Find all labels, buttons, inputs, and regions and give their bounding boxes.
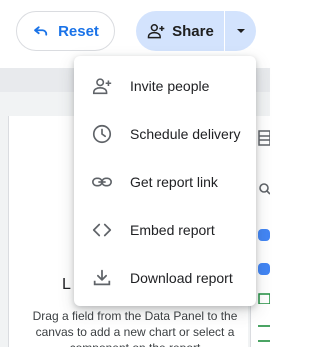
field-badge-icon[interactable] bbox=[258, 228, 270, 242]
table-icon[interactable] bbox=[258, 130, 270, 146]
share-menu: Invite people Schedule delivery Get repo… bbox=[74, 56, 256, 306]
menu-item-label: Get report link bbox=[130, 174, 218, 190]
share-button-group: Share bbox=[136, 11, 256, 51]
person-add-icon bbox=[90, 74, 114, 98]
canvas-hint-text: Drag a field from the Data Panel to the … bbox=[32, 309, 238, 347]
menu-item-embed-report[interactable]: Embed report bbox=[74, 206, 256, 254]
menu-item-download-report[interactable]: Download report bbox=[74, 254, 256, 302]
menu-item-invite-people[interactable]: Invite people bbox=[74, 62, 256, 110]
caret-down-icon bbox=[236, 29, 245, 33]
reset-button[interactable]: Reset bbox=[16, 11, 115, 51]
download-icon bbox=[90, 266, 114, 290]
code-icon bbox=[90, 218, 114, 242]
menu-item-schedule-delivery[interactable]: Schedule delivery bbox=[74, 110, 256, 158]
schedule-icon bbox=[90, 122, 114, 146]
canvas-title-fragment: L bbox=[62, 276, 71, 293]
search-icon[interactable] bbox=[258, 182, 270, 196]
share-label: Share bbox=[172, 22, 214, 40]
field-badge-icon[interactable] bbox=[258, 262, 270, 276]
link-icon bbox=[90, 170, 114, 194]
menu-item-get-report-link[interactable]: Get report link bbox=[74, 158, 256, 206]
menu-item-label: Download report bbox=[130, 270, 233, 286]
calendar-icon[interactable] bbox=[258, 292, 270, 304]
number-field-icon[interactable] bbox=[258, 318, 270, 328]
person-add-icon bbox=[147, 24, 165, 39]
menu-item-label: Embed report bbox=[130, 222, 215, 238]
share-dropdown-button[interactable] bbox=[225, 11, 256, 51]
menu-item-label: Schedule delivery bbox=[130, 126, 241, 142]
undo-icon bbox=[34, 26, 48, 36]
number-field-icon[interactable] bbox=[258, 336, 270, 346]
reset-label: Reset bbox=[58, 22, 99, 40]
share-button[interactable]: Share bbox=[136, 11, 224, 51]
menu-item-label: Invite people bbox=[130, 78, 210, 94]
